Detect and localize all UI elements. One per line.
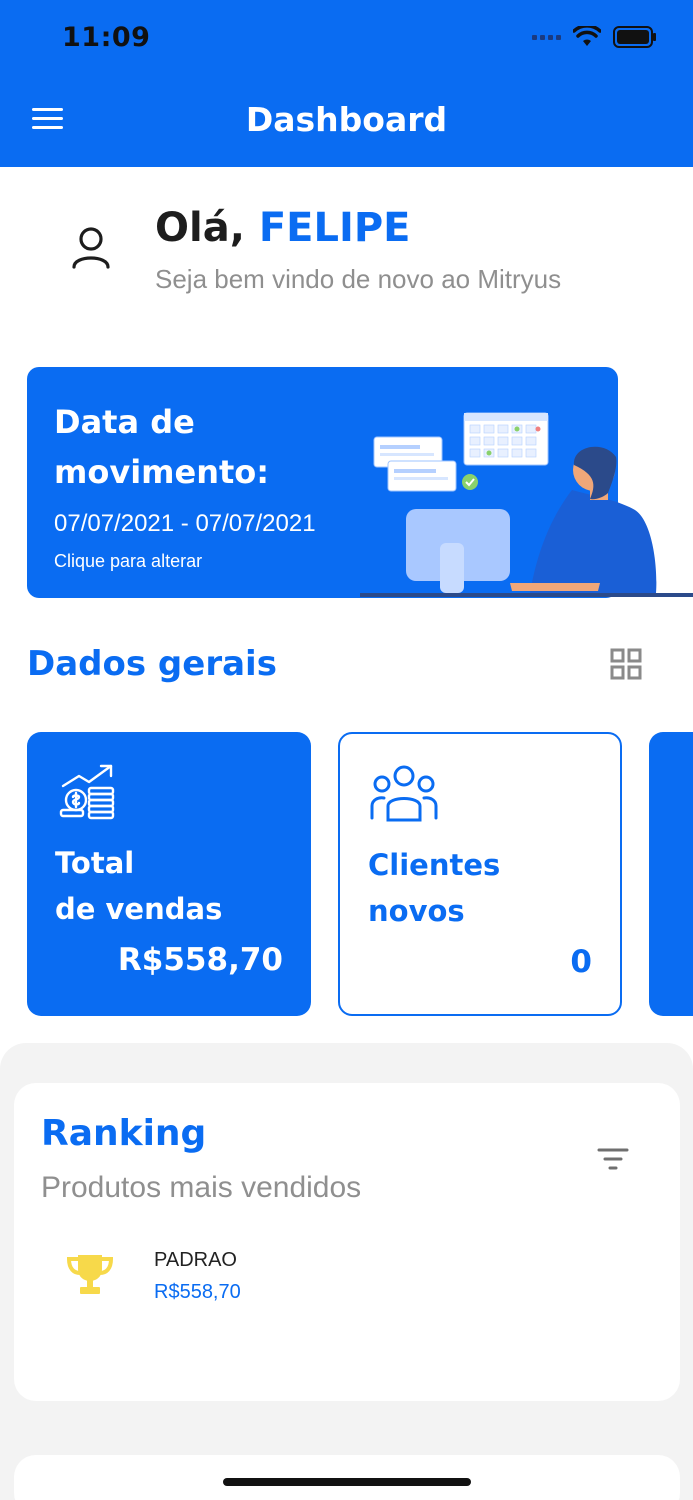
greeting-title: Olá, FELIPE — [155, 205, 411, 251]
section-title: Dados gerais — [27, 644, 277, 684]
date-change-hint: Clique para alterar — [54, 551, 203, 571]
stat-value: 0 — [570, 944, 592, 980]
ranking-subtitle: Produtos mais vendidos — [41, 1171, 362, 1204]
grid-view-icon[interactable] — [610, 648, 642, 680]
stat-label: Total de vendas — [55, 846, 223, 926]
sales-chart-icon — [59, 764, 115, 820]
wifi-icon — [573, 26, 601, 46]
user-icon — [72, 227, 110, 269]
greeting-subtitle: Seja bem vindo de novo ao Mitryus — [155, 264, 562, 294]
battery-icon — [613, 26, 656, 48]
stat-value: R$558,70 — [117, 942, 283, 978]
stat-card-peek[interactable] — [649, 732, 693, 1016]
date-range: 07/07/2021 - 07/07/2021 — [54, 510, 316, 537]
ranking-product-value: R$558,70 — [154, 1281, 241, 1303]
stat-label: Clientes novos — [368, 848, 501, 928]
workstation-illustration — [360, 412, 693, 597]
app-header: 11:09 Dashboard — [0, 0, 693, 167]
status-icons — [532, 26, 657, 48]
ranking-title: Ranking — [41, 1113, 207, 1154]
ranking-card: Ranking Produtos mais vendidos PADRAO R$… — [14, 1083, 680, 1401]
group-icon — [370, 765, 438, 822]
home-indicator — [223, 1478, 471, 1486]
page-title: Dashboard — [245, 100, 448, 139]
date-card-title: Data de movimento: — [54, 403, 270, 491]
status-time: 11:09 — [62, 22, 151, 53]
user-name: FELIPE — [258, 205, 411, 251]
filter-icon[interactable] — [597, 1147, 629, 1171]
trophy-icon — [66, 1255, 114, 1294]
signal-icon — [532, 34, 561, 40]
greeting-hello: Olá, — [155, 205, 245, 251]
stat-card-total-sales[interactable]: Total de vendas R$558,70 — [27, 732, 311, 1016]
ranking-product-name: PADRAO — [154, 1249, 237, 1271]
stat-card-new-clients[interactable]: Clientes novos 0 — [338, 732, 622, 1016]
